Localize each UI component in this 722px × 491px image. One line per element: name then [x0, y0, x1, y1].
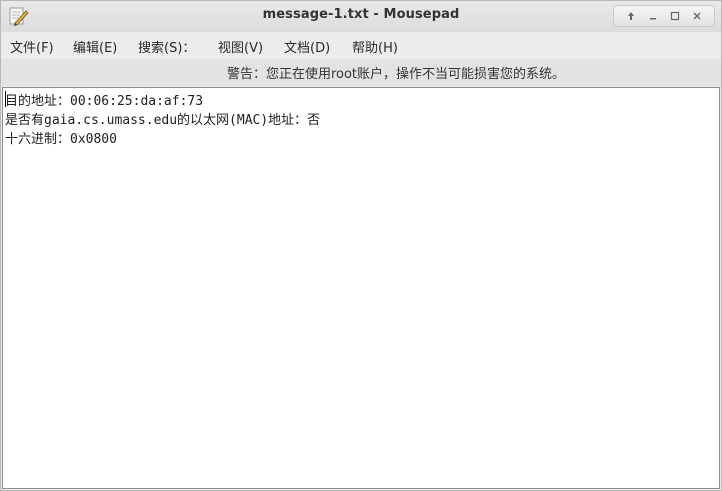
text-editor-area[interactable]: 目的地址：00:06:25:da:af:73 是否有gaia.cs.umass.… — [2, 87, 720, 489]
maximize-icon[interactable] — [667, 8, 683, 24]
close-icon[interactable] — [689, 8, 705, 24]
menu-document[interactable]: 文档(D) — [284, 37, 330, 56]
menu-edit[interactable]: 编辑(E) — [73, 37, 117, 56]
editor-line-3: 十六进制：0x0800 — [5, 132, 117, 147]
editor-line-1: 目的地址：00:06:25:da:af:73 — [5, 94, 204, 109]
up-arrow-icon[interactable] — [623, 8, 639, 24]
mousepad-window: message-1.txt - Mousepad 文件(F) 编辑(E) 搜索(… — [0, 0, 722, 491]
menu-bar: 文件(F) 编辑(E) 搜索(S)： 视图(V) 文档(D) 帮助(H) — [1, 32, 721, 59]
window-controls — [613, 5, 715, 27]
menu-file[interactable]: 文件(F) — [10, 37, 54, 56]
title-bar[interactable]: message-1.txt - Mousepad — [1, 1, 721, 32]
root-warning-text: 警告：您正在使用root账户，操作不当可能损害您的系统。 — [226, 67, 566, 82]
minimize-icon[interactable] — [645, 8, 661, 24]
menu-search[interactable]: 搜索(S)： — [138, 37, 195, 56]
menu-help[interactable]: 帮助(H) — [352, 37, 398, 56]
root-warning-bar: 警告：您正在使用root账户，操作不当可能损害您的系统。 — [1, 59, 721, 86]
editor-line-2: 是否有gaia.cs.umass.edu的以太网(MAC)地址：否 — [5, 113, 321, 128]
menu-view[interactable]: 视图(V) — [218, 37, 263, 56]
